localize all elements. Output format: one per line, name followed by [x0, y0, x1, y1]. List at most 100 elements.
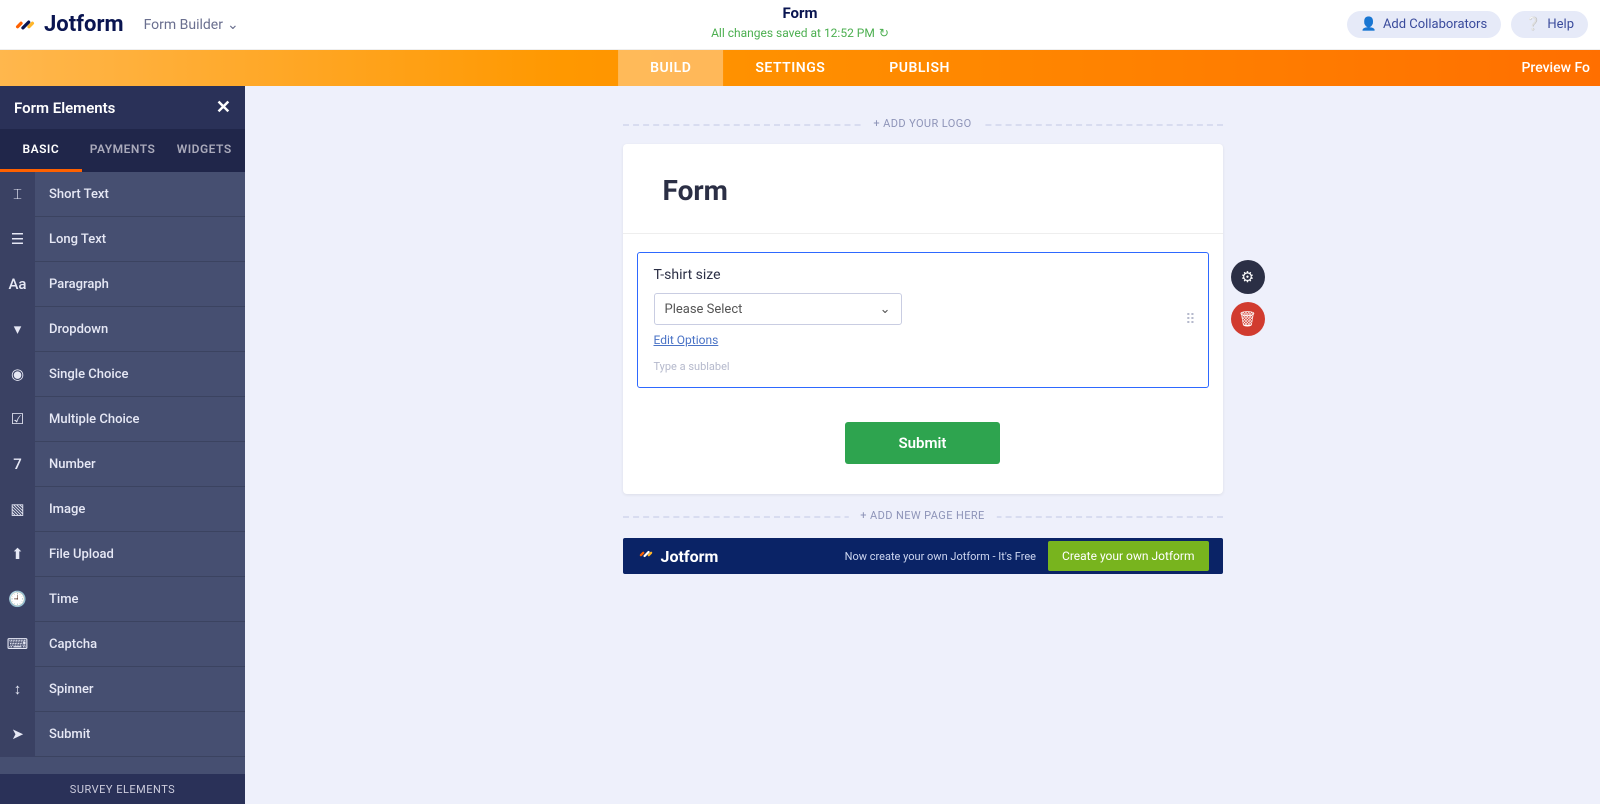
- upload-icon: ⬆: [0, 532, 35, 577]
- sidebar-item-time[interactable]: 🕘Time: [0, 577, 245, 622]
- chevron-down-icon: ⌄: [227, 17, 239, 33]
- help-label: Help: [1547, 17, 1574, 32]
- tab-build[interactable]: BUILD: [618, 50, 723, 86]
- sidebar-header: Form Elements ✕: [0, 86, 245, 129]
- form-title[interactable]: Form: [663, 174, 1183, 207]
- elements-sidebar: Form Elements ✕ BASIC PAYMENTS WIDGETS ⌶…: [0, 86, 245, 804]
- brand-name: Jotform: [44, 12, 124, 37]
- form-card: Form T-shirt size Please Select ⌄ Edit O…: [623, 144, 1223, 494]
- sidebar-item-short-text[interactable]: ⌶Short Text: [0, 172, 245, 217]
- preview-form-button[interactable]: Preview Fo: [1521, 60, 1590, 76]
- drag-handle-icon[interactable]: ⠿: [1185, 317, 1197, 323]
- tab-settings[interactable]: SETTINGS: [723, 50, 857, 86]
- sidebar-item-single-choice[interactable]: ◉Single Choice: [0, 352, 245, 397]
- form-name[interactable]: Form: [711, 4, 889, 22]
- long-text-icon: ☰: [0, 217, 35, 262]
- sidebar-item-label: Paragraph: [35, 277, 109, 292]
- main-area: Form Elements ✕ BASIC PAYMENTS WIDGETS ⌶…: [0, 86, 1600, 804]
- promo-cta-button[interactable]: Create your own Jotform: [1048, 541, 1208, 571]
- help-button[interactable]: ❔ Help: [1511, 11, 1588, 38]
- user-icon: 👤: [1361, 17, 1377, 32]
- sidebar-item-captcha[interactable]: ⌨Captcha: [0, 622, 245, 667]
- close-icon[interactable]: ✕: [216, 97, 231, 118]
- promo-text: Now create your own Jotform - It's Free: [845, 550, 1036, 563]
- sidebar-item-label: Long Text: [35, 232, 106, 247]
- sidebar-item-label: Number: [35, 457, 96, 472]
- sidebar-item-label: Single Choice: [35, 367, 128, 382]
- dropdown-value: Please Select: [665, 302, 743, 317]
- revision-icon[interactable]: ↻: [879, 26, 889, 40]
- tab-publish[interactable]: PUBLISH: [857, 50, 982, 86]
- dropdown-icon: ▾: [0, 307, 35, 352]
- sidebar-item-file-upload[interactable]: ⬆File Upload: [0, 532, 245, 577]
- top-bar: Jotform Form Builder ⌄ Form All changes …: [0, 0, 1600, 50]
- brand-logo[interactable]: Jotform: [12, 12, 124, 38]
- chevron-down-icon: ⌄: [880, 302, 891, 317]
- dropdown-field[interactable]: T-shirt size Please Select ⌄ Edit Option…: [637, 252, 1209, 388]
- form-canvas[interactable]: + ADD YOUR LOGO Form T-shirt size Please…: [245, 86, 1600, 804]
- add-page-row[interactable]: + ADD NEW PAGE HERE: [623, 516, 1223, 518]
- sidebar-item-label: Submit: [35, 727, 90, 742]
- promo-banner: Jotform Now create your own Jotform - It…: [623, 538, 1223, 574]
- field-label[interactable]: T-shirt size: [654, 267, 1192, 283]
- sidebar-item-long-text[interactable]: ☰Long Text: [0, 217, 245, 262]
- form-header[interactable]: Form: [623, 144, 1223, 234]
- field-tools: ⚙ 🗑: [1231, 260, 1265, 336]
- sidebar-tabs: BASIC PAYMENTS WIDGETS: [0, 129, 245, 172]
- edit-options-link[interactable]: Edit Options: [654, 333, 719, 347]
- trash-icon: 🗑: [1238, 310, 1257, 328]
- sidebar-tab-widgets[interactable]: WIDGETS: [163, 129, 245, 172]
- promo-logo: Jotform: [637, 545, 719, 567]
- number-icon: 7: [0, 442, 35, 487]
- dropdown-select[interactable]: Please Select ⌄: [654, 293, 902, 325]
- sidebar-item-paragraph[interactable]: AaParagraph: [0, 262, 245, 307]
- add-collaborators-label: Add Collaborators: [1383, 17, 1487, 32]
- sidebar-item-multiple-choice[interactable]: ☑Multiple Choice: [0, 397, 245, 442]
- product-selector[interactable]: Form Builder ⌄: [144, 17, 239, 33]
- captcha-icon: ⌨: [0, 622, 35, 667]
- add-collaborators-button[interactable]: 👤 Add Collaborators: [1347, 11, 1501, 38]
- sidebar-elements-list: ⌶Short Text☰Long TextAaParagraph▾Dropdow…: [0, 172, 245, 774]
- paragraph-icon: Aa: [0, 262, 35, 307]
- top-right-actions: 👤 Add Collaborators ❔ Help: [1347, 11, 1588, 38]
- submit-icon: ➤: [0, 712, 35, 757]
- sidebar-title: Form Elements: [14, 99, 115, 117]
- add-logo-label[interactable]: + ADD YOUR LOGO: [861, 117, 983, 130]
- sidebar-item-label: Dropdown: [35, 322, 108, 337]
- add-page-label[interactable]: + ADD NEW PAGE HERE: [848, 509, 996, 522]
- save-status-text: All changes saved at 12:52 PM: [711, 26, 875, 40]
- sidebar-item-label: Image: [35, 502, 85, 517]
- field-sublabel[interactable]: Type a sublabel: [654, 360, 1192, 373]
- main-tab-bar: BUILD SETTINGS PUBLISH Preview Fo: [0, 50, 1600, 86]
- sidebar-item-label: Captcha: [35, 637, 97, 652]
- field-settings-button[interactable]: ⚙: [1231, 260, 1265, 294]
- sidebar-tab-basic[interactable]: BASIC: [0, 129, 82, 172]
- submit-row: Submit: [623, 398, 1223, 494]
- sidebar-item-label: File Upload: [35, 547, 114, 562]
- sidebar-item-label: Short Text: [35, 187, 109, 202]
- sidebar-item-dropdown[interactable]: ▾Dropdown: [0, 307, 245, 352]
- sidebar-item-spinner[interactable]: ↕Spinner: [0, 667, 245, 712]
- help-icon: ❔: [1525, 17, 1541, 32]
- field-wrapper: T-shirt size Please Select ⌄ Edit Option…: [623, 234, 1223, 398]
- short-text-icon: ⌶: [0, 172, 35, 217]
- jotform-icon: [637, 545, 655, 567]
- sidebar-item-label: Time: [35, 592, 79, 607]
- sidebar-item-submit[interactable]: ➤Submit: [0, 712, 245, 757]
- field-delete-button[interactable]: 🗑: [1231, 302, 1265, 336]
- image-icon: ▧: [0, 487, 35, 532]
- sidebar-tab-payments[interactable]: PAYMENTS: [82, 129, 164, 172]
- add-logo-row[interactable]: + ADD YOUR LOGO: [623, 124, 1223, 126]
- sidebar-item-number[interactable]: 7Number: [0, 442, 245, 487]
- time-icon: 🕘: [0, 577, 35, 622]
- top-center: Form All changes saved at 12:52 PM ↻: [711, 4, 889, 41]
- radio-icon: ◉: [0, 352, 35, 397]
- gear-icon: ⚙: [1241, 268, 1254, 286]
- submit-button[interactable]: Submit: [845, 422, 1001, 464]
- sidebar-section-survey[interactable]: SURVEY ELEMENTS: [0, 774, 245, 804]
- sidebar-item-label: Spinner: [35, 682, 94, 697]
- save-status: All changes saved at 12:52 PM ↻: [711, 26, 889, 40]
- product-selector-label: Form Builder: [144, 17, 223, 33]
- sidebar-item-image[interactable]: ▧Image: [0, 487, 245, 532]
- checkbox-icon: ☑: [0, 397, 35, 442]
